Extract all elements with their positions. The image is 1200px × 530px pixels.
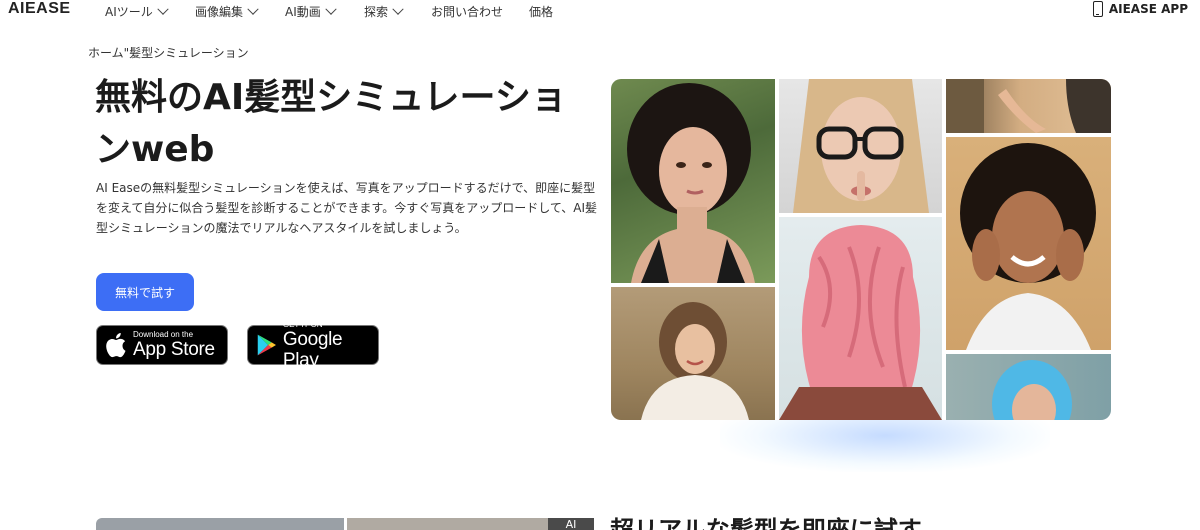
photo-hands-closeup (946, 79, 1111, 133)
nav-item-label: AI動画 (285, 5, 321, 19)
photo-pink-curly-hair-back (779, 217, 942, 420)
page: AIEASE AIツール 画像編集 AI動画 探索 お問い合わせ 価格 AIEA… (0, 0, 1200, 530)
google-play-small-text: GET IT ON (282, 319, 323, 329)
chevron-down-icon (157, 3, 169, 15)
page-title: 無料のAI髪型シミュレーションweb (95, 77, 567, 170)
hairstyle-collage (611, 79, 1111, 420)
nav-item-ai-video[interactable]: AI動画 (285, 3, 337, 20)
nav-item-label: 価格 (529, 5, 554, 19)
app-store-big-text: App Store (133, 339, 215, 360)
chevron-down-icon (247, 3, 259, 15)
nav-item-pricing[interactable]: 価格 (529, 3, 553, 20)
top-nav: AIEASE AIツール 画像編集 AI動画 探索 お問い合わせ 価格 AIEA… (0, 0, 1200, 22)
apple-icon (106, 333, 126, 358)
app-link-label: AIEASE APP (1108, 2, 1188, 16)
app-store-small-text: Download on the (133, 330, 194, 339)
chevron-down-icon (392, 3, 404, 15)
nav-item-explore[interactable]: 探索 (364, 3, 404, 20)
nav-item-label: 探索 (364, 5, 389, 19)
nav-item-label: 画像編集 (195, 5, 244, 19)
next-section-title: 超リアルな髪型を即座に試す (610, 516, 922, 530)
google-play-icon (257, 334, 276, 356)
ai-tag: AI (548, 518, 594, 530)
next-section-images: AI (96, 518, 594, 530)
photo-blue-hair-woman (946, 354, 1111, 420)
nav-item-image-edit[interactable]: 画像編集 (195, 3, 259, 20)
nav-item-label: AIツール (105, 5, 153, 19)
app-download-link[interactable]: AIEASE APP (1092, 1, 1188, 17)
app-store-badge[interactable]: Download on the App Store (96, 325, 228, 365)
nav-item-contact[interactable]: お問い合わせ (431, 3, 503, 20)
photo-blonde-glasses (779, 79, 942, 213)
decorative-glow (720, 420, 1050, 472)
hero-description: AI Easeの無料髪型シミュレーションを使えば、写真をアップロードするだけで、… (96, 181, 597, 235)
try-free-button[interactable]: 無料で試す (96, 273, 194, 311)
nav-item-label: お問い合わせ (431, 5, 504, 19)
google-play-badge[interactable]: GET IT ON Google Play (247, 320, 379, 371)
google-play-big-text: Google Play (282, 328, 343, 371)
photo-curly-dark-hair (611, 79, 775, 283)
photo-wavy-blonde-field (611, 287, 775, 420)
photo-curly-smiling-woman (946, 137, 1111, 350)
phone-icon (1092, 1, 1103, 17)
nav-item-ai-tools[interactable]: AIツール (105, 3, 169, 20)
breadcrumb[interactable]: ホーム"髪型シミュレーション (88, 44, 249, 61)
next-section-image-before (96, 518, 344, 530)
chevron-down-icon (325, 3, 337, 15)
logo[interactable]: AIEASE (8, 0, 71, 18)
